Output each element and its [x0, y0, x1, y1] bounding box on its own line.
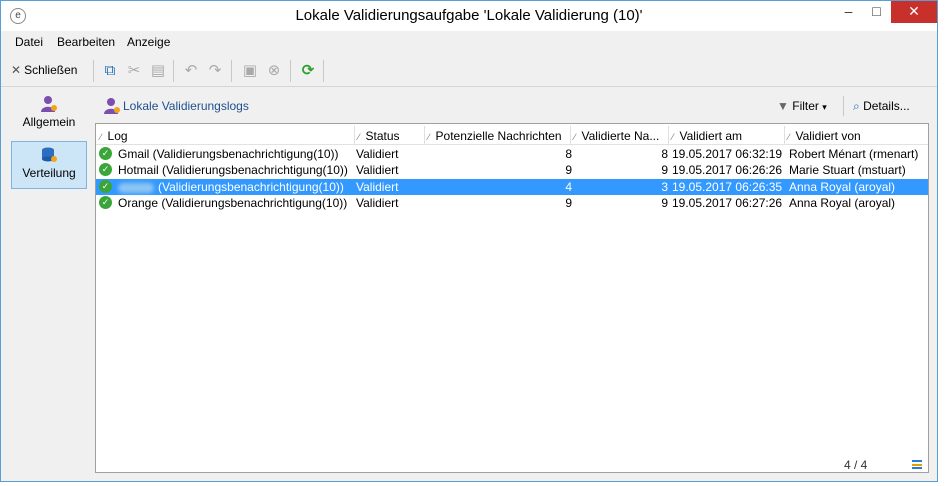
panel-title: Lokale Validierungslogs — [123, 99, 249, 113]
details-label: Details... — [863, 99, 910, 113]
check-circle-icon: ✓ — [99, 163, 112, 176]
cell-by: Anna Royal (aroyal) — [789, 180, 896, 194]
cell-status: Validiert — [356, 163, 399, 177]
save-icon[interactable]: ▣ — [241, 62, 259, 80]
menu-bar: Datei Bearbeiten Anzeige — [1, 31, 937, 53]
row-count: 4 / 4 — [844, 458, 868, 472]
maximize-button[interactable]: □ — [863, 1, 890, 23]
redo-icon[interactable]: ↷ — [206, 62, 224, 80]
nav-item-label: Allgemein — [22, 115, 76, 129]
close-icon: ✕ — [11, 63, 22, 77]
cell-date: 19.05.2017 06:26:35 — [672, 180, 783, 194]
column-divider[interactable] — [570, 126, 571, 144]
cell-log: Hotmail (Validierungsbenachrichtigung(10… — [118, 163, 348, 177]
cell-validated: 3 — [661, 180, 668, 194]
cut-icon[interactable]: ✂ — [125, 62, 143, 80]
cell-by: Robert Ménart (rmenart) — [789, 147, 919, 161]
table-row[interactable]: ✓ Hotmail (Validierungsbenachrichtigung(… — [96, 162, 928, 178]
cell-status: Validiert — [356, 196, 399, 210]
table-row[interactable]: ✓ (Validierungsbenachrichtigung(10)) Val… — [96, 179, 928, 195]
column-divider[interactable] — [354, 126, 355, 144]
minimize-button[interactable]: – — [835, 1, 862, 23]
toolbar-separator — [290, 60, 291, 82]
cell-date: 19.05.2017 06:32:19 — [672, 147, 783, 161]
close-button-label: Schließen — [24, 63, 78, 77]
user-icon — [104, 98, 120, 114]
cancel-icon[interactable]: ⊗ — [265, 62, 283, 80]
filter-icon: ▼ — [777, 99, 789, 113]
toolbar: ✕ Schließen ⧉ ✂ ▤ ↶ ↷ ▣ ⊗ ⟳ — [1, 55, 937, 87]
toolbar-separator — [323, 60, 324, 82]
column-header-potential[interactable]: ⁄ Potenzielle Nachrichten — [428, 129, 562, 143]
cell-by: Marie Stuart (mstuart) — [789, 163, 906, 177]
cell-potential: 4 — [565, 180, 572, 194]
column-divider[interactable] — [668, 126, 669, 144]
nav-item-label: Verteilung — [22, 166, 76, 180]
table-row[interactable]: ✓ Gmail (Validierungsbenachrichtigung(10… — [96, 146, 928, 162]
toolbar-separator — [173, 60, 174, 82]
cell-status: Validiert — [356, 147, 399, 161]
list-options-icon[interactable] — [912, 460, 922, 469]
menu-datei[interactable]: Datei — [15, 35, 43, 49]
table-header: ⁄ Log ⁄ Status ⁄ Potenzielle Nachrichten ⁄ V… — [96, 124, 928, 145]
cell-log: Orange (Validierungsbenachrichtigung(10)… — [118, 196, 348, 210]
table-row[interactable]: ✓ Orange (Validierungsbenachrichtigung(1… — [96, 195, 928, 211]
filter-button[interactable]: ▼ Filter ▾ — [777, 99, 827, 113]
cell-validated: 9 — [661, 163, 668, 177]
log-table: ⁄ Log ⁄ Status ⁄ Potenzielle Nachrichten ⁄ V… — [95, 123, 929, 473]
cell-by: Anna Royal (aroyal) — [789, 196, 896, 210]
cell-validated: 9 — [661, 196, 668, 210]
cell-date: 19.05.2017 06:26:26 — [672, 163, 783, 177]
filter-label: Filter — [792, 99, 819, 113]
header-separator — [843, 96, 844, 116]
database-icon — [42, 147, 57, 162]
refresh-icon[interactable]: ⟳ — [299, 62, 317, 80]
toolbar-separator — [93, 60, 94, 82]
user-icon — [41, 96, 57, 112]
left-nav: Allgemein Verteilung — [9, 91, 89, 473]
chevron-down-icon: ▾ — [822, 102, 827, 112]
column-header-validated[interactable]: ⁄ Validierte Na... — [574, 129, 659, 143]
paste-icon[interactable]: ▤ — [149, 62, 167, 80]
column-header-status[interactable]: ⁄ Status — [358, 129, 400, 143]
column-header-log[interactable]: ⁄ Log — [100, 129, 128, 143]
menu-anzeige[interactable]: Anzeige — [127, 35, 170, 49]
details-button[interactable]: ⌕ Details... — [853, 99, 910, 114]
nav-item-allgemein[interactable]: Allgemein — [11, 91, 87, 139]
search-icon: ⌕ — [853, 99, 860, 113]
column-header-by[interactable]: ⁄ Validiert von — [788, 129, 861, 143]
redacted-text — [118, 182, 154, 193]
cell-potential: 8 — [565, 147, 572, 161]
app-window: e Lokale Validierungsaufgabe 'Lokale Val… — [0, 0, 938, 482]
cell-validated: 8 — [661, 147, 668, 161]
column-divider[interactable] — [424, 126, 425, 144]
panel-header: Lokale Validierungslogs ▼ Filter ▾ ⌕ Det… — [95, 93, 929, 119]
menu-bearbeiten[interactable]: Bearbeiten — [57, 35, 115, 49]
cell-status: Validiert — [356, 180, 399, 194]
check-circle-icon: ✓ — [99, 180, 112, 193]
undo-icon[interactable]: ↶ — [182, 62, 200, 80]
nav-item-verteilung[interactable]: Verteilung — [11, 141, 87, 189]
title-bar: e Lokale Validierungsaufgabe 'Lokale Val… — [1, 1, 937, 31]
copy-icon[interactable]: ⧉ — [101, 62, 119, 80]
cell-potential: 9 — [565, 163, 572, 177]
cell-date: 19.05.2017 06:27:26 — [672, 196, 783, 210]
column-header-date[interactable]: ⁄ Validiert am — [672, 129, 742, 143]
check-circle-icon: ✓ — [99, 196, 112, 209]
cell-log: Gmail (Validierungsbenachrichtigung(10)) — [118, 147, 339, 161]
column-divider[interactable] — [784, 126, 785, 144]
check-circle-icon: ✓ — [99, 147, 112, 160]
close-button[interactable]: ✕ Schließen — [11, 63, 77, 77]
close-window-button[interactable]: ✕ — [891, 1, 937, 23]
toolbar-separator — [231, 60, 232, 82]
cell-log: (Validierungsbenachrichtigung(10)) — [118, 180, 344, 194]
cell-potential: 9 — [565, 196, 572, 210]
window-title: Lokale Validierungsaufgabe 'Lokale Valid… — [295, 7, 643, 24]
